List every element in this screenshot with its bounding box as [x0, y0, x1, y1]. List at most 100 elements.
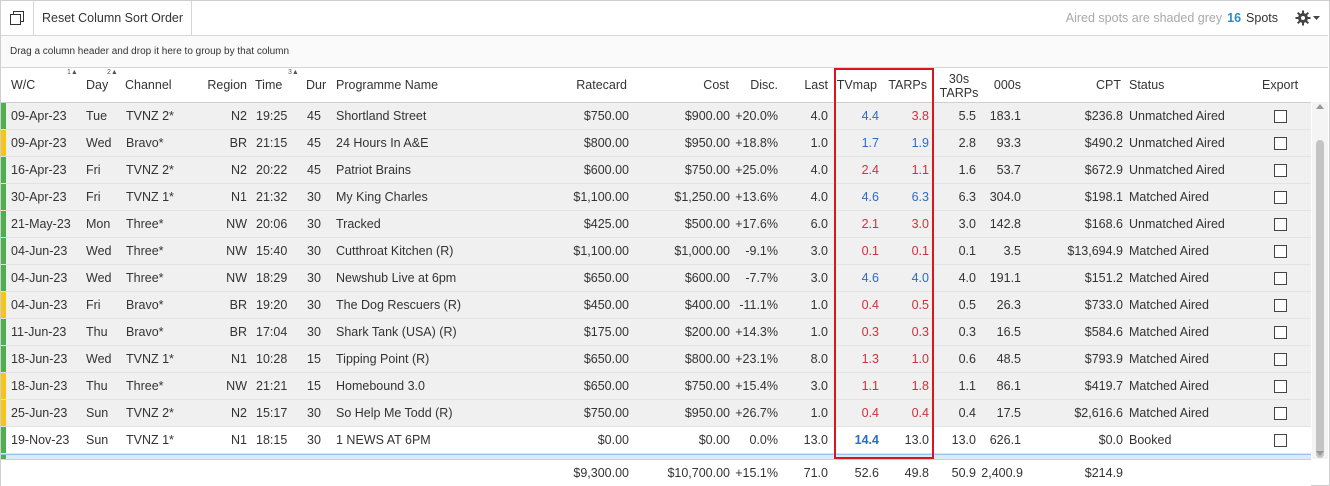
- table-row[interactable]: 21-May-23 Mon Three* NW 20:06 30 Tracked $425.0…: [1, 211, 1311, 238]
- cell-time: 10:28: [256, 352, 288, 366]
- table-row[interactable]: 11-Jun-23 Thu Bravo* BR 17:04 30 Shark Tank (U…: [1, 319, 1311, 346]
- column-header-status[interactable]: Status: [1129, 68, 1239, 102]
- column-header-cpt[interactable]: CPT: [1051, 68, 1121, 102]
- scroll-down-arrow-icon[interactable]: [1316, 451, 1324, 456]
- export-checkbox[interactable]: [1273, 379, 1287, 393]
- cell-thousands: 93.3: [996, 136, 1021, 150]
- export-checkbox[interactable]: [1273, 352, 1287, 366]
- column-header-programme-name[interactable]: Programme Name: [336, 68, 556, 102]
- table-row[interactable]: 04-Jun-23 Wed Three* NW 15:40 30 Cutthroat Kit…: [1, 238, 1311, 265]
- cell-thousands: 26.3: [996, 298, 1021, 312]
- cell-cost: $950.00: [684, 136, 730, 150]
- export-checkbox[interactable]: [1273, 271, 1287, 285]
- cell-status: Matched Aired: [1129, 406, 1209, 420]
- column-header-30s-tarps[interactable]: 30s TARPs: [939, 68, 979, 102]
- cell-cpt: $236.8: [1084, 109, 1123, 123]
- column-header-tvmap[interactable]: TVmap: [831, 68, 877, 102]
- cell-region: BR: [229, 325, 247, 339]
- settings-menu-button[interactable]: [1295, 10, 1320, 26]
- table-row[interactable]: 16-Apr-23 Fri TVNZ 2* N2 20:22 45 Patriot Brai…: [1, 157, 1311, 184]
- cell-cost: $600.00: [684, 271, 730, 285]
- export-checkbox[interactable]: [1273, 244, 1287, 258]
- cell-tarps: 1.1: [911, 163, 929, 177]
- column-header-ratecard[interactable]: Ratecard: [541, 68, 627, 102]
- cell-wc: 16-Apr-23: [11, 163, 67, 177]
- column-header-30s-tarps-label: TARPs: [939, 86, 979, 100]
- column-header-last[interactable]: Last: [786, 68, 828, 102]
- column-header-000s[interactable]: 000s: [981, 68, 1021, 102]
- cell-programme: Shortland Street: [336, 109, 427, 123]
- table-row[interactable]: 18-Jun-23 Wed TVNZ 1* N1 10:28 15 Tipping Poin…: [1, 346, 1311, 373]
- vertical-scrollbar[interactable]: [1312, 102, 1328, 459]
- cell-thousands: 3.5: [1003, 244, 1021, 258]
- cell-cost: $900.00: [684, 109, 730, 123]
- group-by-drop-panel[interactable]: Drag a column header and drop it here to…: [1, 36, 1328, 68]
- reset-column-sort-order-button[interactable]: Reset Column Sort Order: [34, 1, 193, 35]
- cell-day: Thu: [86, 325, 108, 339]
- cell-tarps30: 5.5: [958, 109, 976, 123]
- column-header-channel-label: Channel: [125, 78, 172, 92]
- column-header-day[interactable]: Day 2▲: [86, 68, 122, 102]
- column-header-tarps[interactable]: TARPs: [881, 68, 927, 102]
- column-header-tvmap-label: TVmap: [836, 78, 877, 92]
- cell-dur: 30: [307, 325, 321, 339]
- column-header-export[interactable]: Export: [1262, 68, 1307, 102]
- export-checkbox[interactable]: [1273, 298, 1287, 312]
- cell-day: Mon: [86, 217, 111, 231]
- export-checkbox[interactable]: [1273, 433, 1287, 447]
- export-checkbox[interactable]: [1273, 325, 1287, 339]
- cell-disc: -9.1%: [745, 244, 778, 258]
- table-row[interactable]: 18-Jun-23 Thu Three* NW 21:21 15 Homebound 3.0…: [1, 373, 1311, 400]
- cell-cpt: $168.6: [1084, 217, 1123, 231]
- column-header-channel[interactable]: Channel: [125, 68, 195, 102]
- export-checkbox[interactable]: [1273, 190, 1287, 204]
- column-header-region[interactable]: Region: [197, 68, 247, 102]
- cell-time: 18:29: [256, 271, 288, 285]
- cell-cpt: $793.9: [1084, 352, 1123, 366]
- column-header-disc[interactable]: Disc.: [731, 68, 778, 102]
- row-status-bar: [1, 211, 6, 237]
- cell-wc: 30-Apr-23: [11, 190, 67, 204]
- export-checkbox[interactable]: [1273, 406, 1287, 420]
- cell-time: 21:32: [256, 190, 288, 204]
- column-header-dur[interactable]: Dur: [306, 68, 331, 102]
- copy-button[interactable]: [1, 1, 34, 35]
- column-header-cost[interactable]: Cost: [641, 68, 729, 102]
- cell-dur: 45: [307, 163, 321, 177]
- total-tvmap: 52.6: [854, 466, 879, 480]
- cell-wc: 21-May-23: [11, 217, 71, 231]
- export-checkbox[interactable]: [1273, 136, 1287, 150]
- column-header-cpt-label: CPT: [1096, 78, 1121, 92]
- cell-last: 13.0: [803, 433, 828, 447]
- cell-day: Tue: [86, 109, 108, 123]
- cell-wc: 04-Jun-23: [11, 271, 68, 285]
- export-checkbox[interactable]: [1273, 217, 1287, 231]
- cell-channel: TVNZ 2*: [126, 163, 174, 177]
- cell-thousands: 16.5: [996, 325, 1021, 339]
- cell-cpt: $490.2: [1084, 136, 1123, 150]
- scroll-up-arrow-icon[interactable]: [1316, 104, 1324, 109]
- column-header-wc[interactable]: W/C 1▲: [11, 68, 78, 102]
- cell-dur: 15: [307, 379, 321, 393]
- export-checkbox[interactable]: [1273, 163, 1287, 177]
- table-row[interactable]: 09-Apr-23 Tue TVNZ 2* N2 19:25 45 Shortland St…: [1, 103, 1311, 130]
- table-row[interactable]: 19-Nov-23 Sun TVNZ 1* N1 18:15 30 1 NEWS AT 6P…: [1, 427, 1311, 454]
- table-row[interactable]: 04-Jun-23 Wed Three* NW 18:29 30 Newshub Live …: [1, 265, 1311, 292]
- cell-disc: 0.0%: [749, 433, 779, 447]
- row-status-bar: [1, 103, 6, 129]
- export-checkbox[interactable]: [1273, 109, 1287, 123]
- row-status-bar: [1, 427, 6, 453]
- cell-wc: 11-Jun-23: [11, 325, 67, 339]
- scrollbar-thumb[interactable]: [1316, 140, 1324, 458]
- column-header-time[interactable]: Time 3▲: [255, 68, 300, 102]
- cell-cost: $400.00: [684, 298, 730, 312]
- cell-tvmap: 2.4: [861, 163, 879, 177]
- cell-ratecard: $650.00: [583, 352, 629, 366]
- cell-wc: 25-Jun-23: [11, 406, 68, 420]
- cell-programme: Patriot Brains: [336, 163, 412, 177]
- table-row[interactable]: 04-Jun-23 Fri Bravo* BR 19:20 30 The Dog Rescu…: [1, 292, 1311, 319]
- table-row[interactable]: 25-Jun-23 Sun TVNZ 2* N2 15:17 30 So Help Me T…: [1, 400, 1311, 427]
- cell-cost: $200.00: [684, 325, 730, 339]
- table-row[interactable]: 09-Apr-23 Wed Bravo* BR 21:15 45 24 Hours In A…: [1, 130, 1311, 157]
- table-row[interactable]: 30-Apr-23 Fri TVNZ 1* N1 21:32 30 My King Char…: [1, 184, 1311, 211]
